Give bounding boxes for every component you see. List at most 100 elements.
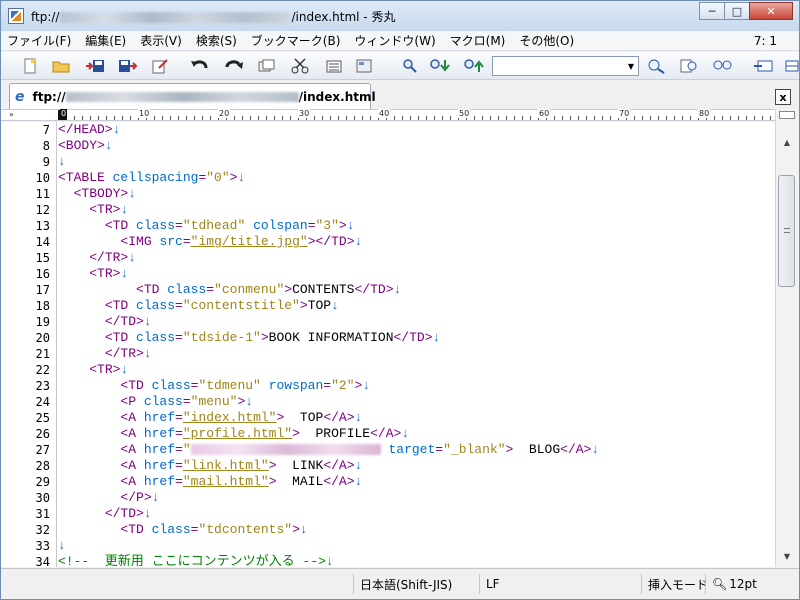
line-number: 15: [35, 251, 50, 265]
redacted-host: [65, 92, 299, 102]
status-newline[interactable]: LF: [479, 574, 641, 594]
code-line: <TR>↓: [89, 266, 129, 281]
code-line: <IMG src="img/title.jpg"></TD>↓: [120, 234, 363, 249]
app-icon[interactable]: [8, 8, 24, 24]
line-number: 30: [35, 491, 50, 505]
save-as-icon[interactable]: [117, 56, 139, 76]
line-number: 34: [35, 555, 50, 567]
title-bar[interactable]: ftp:///index.html - 秀丸 ─ □ ✕: [1, 1, 799, 31]
line-number: 7: [42, 123, 50, 137]
code-line: </TD>↓: [104, 314, 152, 329]
code-line: <TR>↓: [89, 202, 129, 217]
ruler-label: 70: [618, 109, 631, 118]
clipboard-icon[interactable]: [353, 56, 375, 76]
line-number: 25: [35, 411, 50, 425]
close-button[interactable]: ✕: [749, 2, 793, 20]
vertical-scrollbar[interactable]: ▲ ▼: [775, 109, 799, 567]
tab-index-html[interactable]: e ftp:///index.html: [9, 83, 376, 109]
code-line: <TD class="tdcontents">↓: [120, 522, 308, 537]
menu-other[interactable]: その他(O): [513, 32, 582, 49]
scroll-up-icon[interactable]: ▲: [779, 135, 795, 149]
undo-icon[interactable]: [189, 56, 211, 76]
cursor-position: 7: 1: [753, 33, 777, 48]
copy-icon[interactable]: [256, 56, 278, 76]
code-line: <TABLE cellspacing="0">↓: [58, 170, 246, 185]
line-number: 28: [35, 459, 50, 473]
code-line: <A href="index.html"> TOP</A>↓: [120, 410, 363, 425]
code-line: <!-- 更新用 ここにコンテンツが入る -->↓: [58, 554, 334, 567]
line-number: 26: [35, 427, 50, 441]
line-number-gutter: 7 8 9 10 11 12 13 14 15 16 17 18 19 20 2…: [1, 122, 57, 567]
zoom-icon: 🔍︎: [712, 577, 728, 591]
line-number: 10: [35, 171, 50, 185]
jump-icon[interactable]: [753, 56, 775, 76]
code-line: <P class="menu">↓: [120, 394, 254, 409]
line-number: 19: [35, 315, 50, 329]
grep-icon[interactable]: [679, 56, 701, 76]
ie-icon: e: [15, 88, 25, 105]
code-line: ↓: [58, 154, 66, 169]
editor-window: ftp:///index.html - 秀丸 ─ □ ✕ ファイル(F) 編集(…: [0, 0, 800, 600]
scroll-down-icon[interactable]: ▼: [779, 549, 795, 563]
replace-icon[interactable]: [711, 56, 733, 76]
find-down-icon[interactable]: [429, 56, 451, 76]
ruler-label: 80: [698, 109, 711, 118]
menu-bar: ファイル(F) 編集(E) 表示(V) 検索(S) ブックマーク(B) ウィンド…: [1, 31, 799, 51]
dropdown-arrow-icon[interactable]: ▼: [624, 57, 638, 75]
redo-icon[interactable]: [223, 56, 245, 76]
menu-bookmark[interactable]: ブックマーク(B): [245, 32, 349, 49]
code-line: <TD class="tdside-1">BOOK INFORMATION</T…: [104, 330, 441, 345]
more-tools-icon[interactable]: [781, 56, 800, 76]
line-number: 9: [42, 155, 50, 169]
text-editor[interactable]: 7 8 9 10 11 12 13 14 15 16 17 18 19 20 2…: [1, 122, 775, 567]
code-line: <TD class="tdmenu" rowspan="2">↓: [120, 378, 371, 393]
line-number: 16: [35, 267, 50, 281]
minimize-button[interactable]: ─: [699, 2, 725, 20]
paste-icon[interactable]: [323, 56, 345, 76]
code-line: <A href="mail.html"> MAIL</A>↓: [120, 474, 363, 489]
line-number: 14: [35, 235, 50, 249]
code-line: <A href="link.html"> LINK</A>↓: [120, 458, 363, 473]
code-line: <BODY>↓: [58, 138, 113, 153]
find-up-icon[interactable]: [463, 56, 485, 76]
menu-view[interactable]: 表示(V): [134, 32, 190, 49]
ruler-label: 40: [378, 109, 391, 118]
split-handle[interactable]: [779, 111, 795, 119]
open-folder-icon[interactable]: [50, 56, 72, 76]
menu-file[interactable]: ファイル(F): [1, 32, 79, 49]
ruler-label: 10: [138, 109, 151, 118]
code-line: </TR>↓: [89, 250, 137, 265]
maximize-button[interactable]: □: [724, 2, 750, 20]
ruler-label: 20: [218, 109, 231, 118]
menu-edit[interactable]: 編集(E): [79, 32, 134, 49]
status-input-mode[interactable]: 挿入モード: [641, 574, 708, 594]
code-line: ↓: [58, 538, 66, 553]
close-tab-icon[interactable]: x: [775, 89, 791, 105]
status-encoding[interactable]: 日本語(Shift-JIS): [353, 574, 479, 594]
window-title: ftp:///index.html - 秀丸: [31, 9, 396, 24]
line-number: 13: [35, 219, 50, 233]
line-number: 27: [35, 443, 50, 457]
line-number: 31: [35, 507, 50, 521]
ruler-scroll-left[interactable]: »: [9, 110, 14, 119]
menu-window[interactable]: ウィンドウ(W): [348, 32, 443, 49]
line-number: 11: [35, 187, 50, 201]
new-file-icon[interactable]: [19, 56, 41, 76]
code-line: <TD class="contentstitle">TOP↓: [104, 298, 339, 313]
save-all-icon[interactable]: [150, 56, 172, 76]
code-line: </TD>↓: [104, 506, 152, 521]
status-font-size[interactable]: 🔍︎ 12pt: [705, 574, 765, 594]
ruler-label: 50: [458, 109, 471, 118]
code-line: <TD class="conmenu">CONTENTS</TD>↓: [136, 282, 402, 297]
menu-macro[interactable]: マクロ(M): [444, 32, 514, 49]
menu-search[interactable]: 検索(S): [190, 32, 245, 49]
code-line: </P>↓: [120, 490, 160, 505]
line-number: 22: [35, 363, 50, 377]
scroll-thumb[interactable]: [778, 175, 795, 287]
find-icon[interactable]: [399, 56, 421, 76]
cut-icon[interactable]: [289, 56, 311, 76]
save-icon[interactable]: [84, 56, 106, 76]
search-options-icon[interactable]: [646, 56, 668, 76]
ruler-label: 30: [298, 109, 311, 118]
search-combobox[interactable]: ▼: [492, 56, 639, 76]
